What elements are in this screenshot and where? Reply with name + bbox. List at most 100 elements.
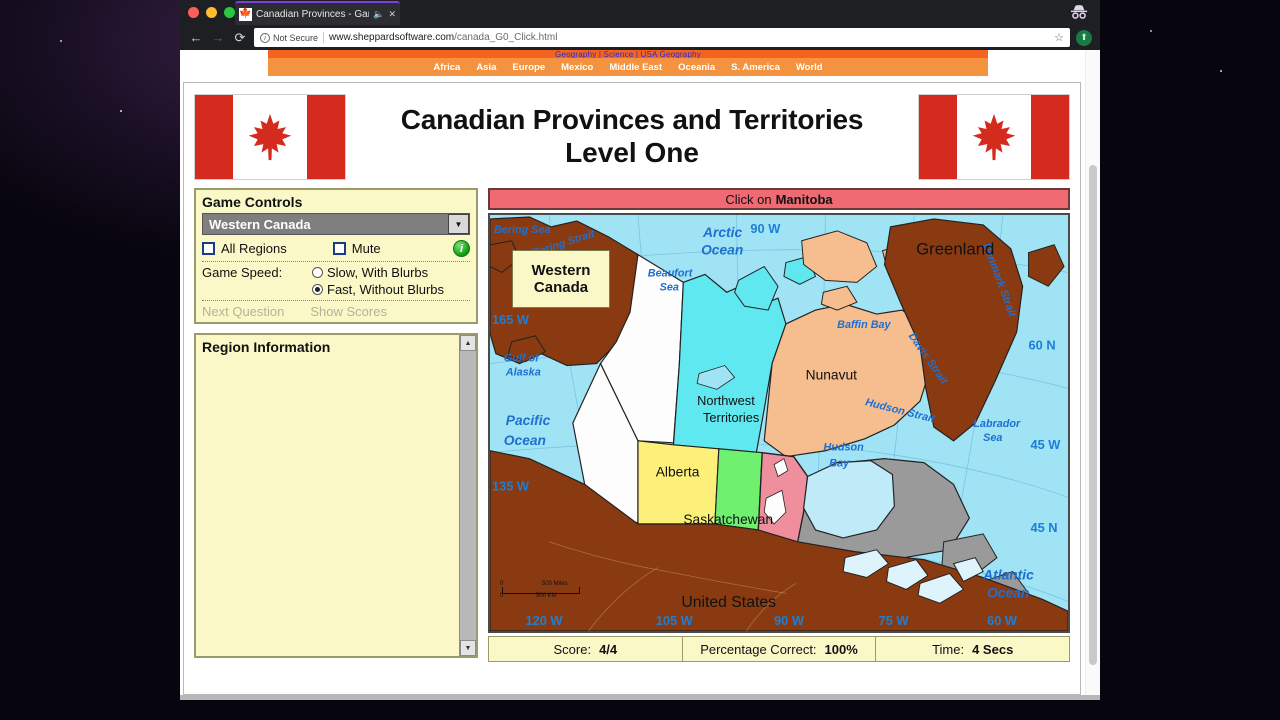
speed-fast-label: Fast, Without Blurbs <box>327 282 445 297</box>
game-controls-heading: Game Controls <box>202 194 303 210</box>
tab-strip: 🍁 Canadian Provinces - Game 🔈 ✕ <box>180 0 1100 25</box>
region-select[interactable]: Western Canada ▼ <box>202 213 470 235</box>
nav-item-africa[interactable]: Africa <box>433 62 460 73</box>
forward-arrow-icon: → <box>211 30 225 45</box>
chevron-down-icon[interactable]: ▼ <box>448 214 469 234</box>
favicon-icon: 🍁 <box>239 7 252 21</box>
next-question-button[interactable]: Next Question <box>202 304 284 319</box>
svg-text:Nunavut: Nunavut <box>806 366 858 382</box>
region-badge: Western Canada <box>512 250 610 308</box>
options-row: All Regions Mute i <box>202 235 470 262</box>
nav-item-mexico[interactable]: Mexico <box>561 62 593 73</box>
speed-slow-label: Slow, With Blurbs <box>327 265 429 280</box>
nav-item-europe[interactable]: Europe <box>512 62 545 73</box>
window-traffic-lights[interactable] <box>188 7 235 18</box>
svg-text:Ocean: Ocean <box>701 242 743 258</box>
close-window-button[interactable] <box>188 7 199 18</box>
question-target: Manitoba <box>775 191 833 207</box>
nav-item-oceania[interactable]: Oceania <box>678 62 715 73</box>
reload-icon[interactable]: ⟳ <box>232 31 248 44</box>
svg-text:105 W: 105 W <box>656 613 694 628</box>
info-icon[interactable]: i <box>453 240 470 257</box>
speed-option-fast[interactable]: Fast, Without Blurbs <box>312 282 444 297</box>
desktop: 🍁 Canadian Provinces - Game 🔈 ✕ ← → ⟳ i … <box>0 0 1280 720</box>
incognito-icon[interactable] <box>1068 3 1090 21</box>
action-row: Next Question Show Scores <box>202 301 470 319</box>
svg-text:Pacific: Pacific <box>506 412 551 428</box>
svg-text:Greenland: Greenland <box>916 240 994 259</box>
omnibox-divider <box>323 32 325 43</box>
score-value: 4/4 <box>599 641 618 657</box>
svg-text:45 W: 45 W <box>1031 437 1062 452</box>
triangle-down-icon[interactable]: ▼ <box>460 640 476 656</box>
canada-flag-icon <box>194 93 346 180</box>
right-panel: Click on Manitoba Bering Sea Bering Stra… <box>488 188 1070 662</box>
back-arrow-icon[interactable]: ← <box>188 31 204 44</box>
all-regions-label: All Regions <box>221 241 287 256</box>
svg-text:60 N: 60 N <box>1029 338 1056 353</box>
region-select-value: Western Canada <box>209 216 311 232</box>
maximize-window-button[interactable] <box>224 7 235 18</box>
svg-text:Bering Sea: Bering Sea <box>494 224 551 236</box>
game-body: Game Controls Western Canada ▼ All Regio… <box>184 188 1080 670</box>
star-icon[interactable]: ☆ <box>1054 31 1064 44</box>
page-viewport: Geography | Science | USA Geography Afri… <box>180 50 1100 695</box>
percentage-value: 100% <box>824 641 858 657</box>
star-speck <box>120 110 122 112</box>
svg-text:45 N: 45 N <box>1031 520 1058 535</box>
browser-window: 🍁 Canadian Provinces - Game 🔈 ✕ ← → ⟳ i … <box>180 0 1100 700</box>
svg-text:Beaufort: Beaufort <box>648 267 693 279</box>
site-top-links[interactable]: Geography | Science | USA Geography <box>268 50 988 58</box>
all-regions-checkbox[interactable] <box>202 242 215 255</box>
page-scrollbar[interactable] <box>1085 50 1100 695</box>
nav-item-world[interactable]: World <box>796 62 823 73</box>
score-label: Score: <box>553 641 592 657</box>
time-label: Time: <box>932 641 965 657</box>
speaker-icon[interactable]: 🔈 <box>373 9 384 20</box>
mute-checkbox[interactable] <box>332 242 346 255</box>
region-information-heading: Region Information <box>202 339 331 355</box>
page-scrollbar-thumb[interactable] <box>1089 165 1097 665</box>
svg-text:90 W: 90 W <box>750 221 781 236</box>
browser-tab[interactable]: 🍁 Canadian Provinces - Game 🔈 ✕ <box>235 1 400 25</box>
svg-text:Saskatchewan: Saskatchewan <box>683 511 773 527</box>
canada-map[interactable]: Bering Sea Bering Strait Beaufort Sea Ar… <box>488 213 1070 633</box>
download-icon[interactable]: ⬆ <box>1076 29 1092 46</box>
time-value: 4 Secs <box>972 641 1014 657</box>
region-info-scrollbar[interactable]: ▲ ▼ <box>459 335 476 656</box>
svg-text:75 W: 75 W <box>879 613 910 628</box>
svg-text:Alberta: Alberta <box>656 463 700 479</box>
nav-item-middle-east[interactable]: Middle East <box>609 62 662 73</box>
svg-text:135 W: 135 W <box>492 478 530 493</box>
site-nav: Geography | Science | USA Geography Afri… <box>268 50 988 76</box>
svg-text:60 W: 60 W <box>987 613 1018 628</box>
game-controls-panel: Game Controls Western Canada ▼ All Regio… <box>194 188 478 324</box>
nav-item-s-america[interactable]: S. America <box>731 62 780 73</box>
triangle-up-icon[interactable]: ▲ <box>460 335 476 351</box>
speed-option-slow[interactable]: Slow, With Blurbs <box>312 265 444 280</box>
title-block: Canadian Provinces and Territories Level… <box>346 104 918 168</box>
window-bottom-chrome <box>180 695 1100 700</box>
svg-text:Gulf of: Gulf of <box>504 353 540 365</box>
svg-text:Northwest: Northwest <box>697 393 755 408</box>
radio-slow-icon[interactable] <box>312 267 323 278</box>
page-header: Canadian Provinces and Territories Level… <box>184 83 1080 188</box>
address-bar[interactable]: i Not Secure www.sheppardsoftware.com/ca… <box>254 28 1070 47</box>
close-icon[interactable]: ✕ <box>388 9 396 20</box>
nav-item-asia[interactable]: Asia <box>476 62 496 73</box>
tab-title: Canadian Provinces - Game <box>256 8 370 20</box>
info-circle-icon: i <box>260 32 270 43</box>
svg-text:120 W: 120 W <box>526 613 564 628</box>
star-speck <box>1150 30 1152 32</box>
scale-miles-label: 500 Miles <box>542 581 568 587</box>
show-scores-button[interactable]: Show Scores <box>310 304 387 319</box>
url-domain: www.sheppardsoftware.com <box>329 32 455 43</box>
minimize-window-button[interactable] <box>206 7 217 18</box>
svg-text:Labrador: Labrador <box>973 418 1021 430</box>
game-speed-label: Game Speed: <box>202 265 283 280</box>
svg-text:Sea: Sea <box>660 281 679 293</box>
security-status[interactable]: i Not Secure <box>260 32 318 43</box>
star-speck <box>1220 70 1222 72</box>
page-title: Canadian Provinces and Territories <box>400 104 864 136</box>
radio-fast-icon[interactable] <box>312 284 323 295</box>
